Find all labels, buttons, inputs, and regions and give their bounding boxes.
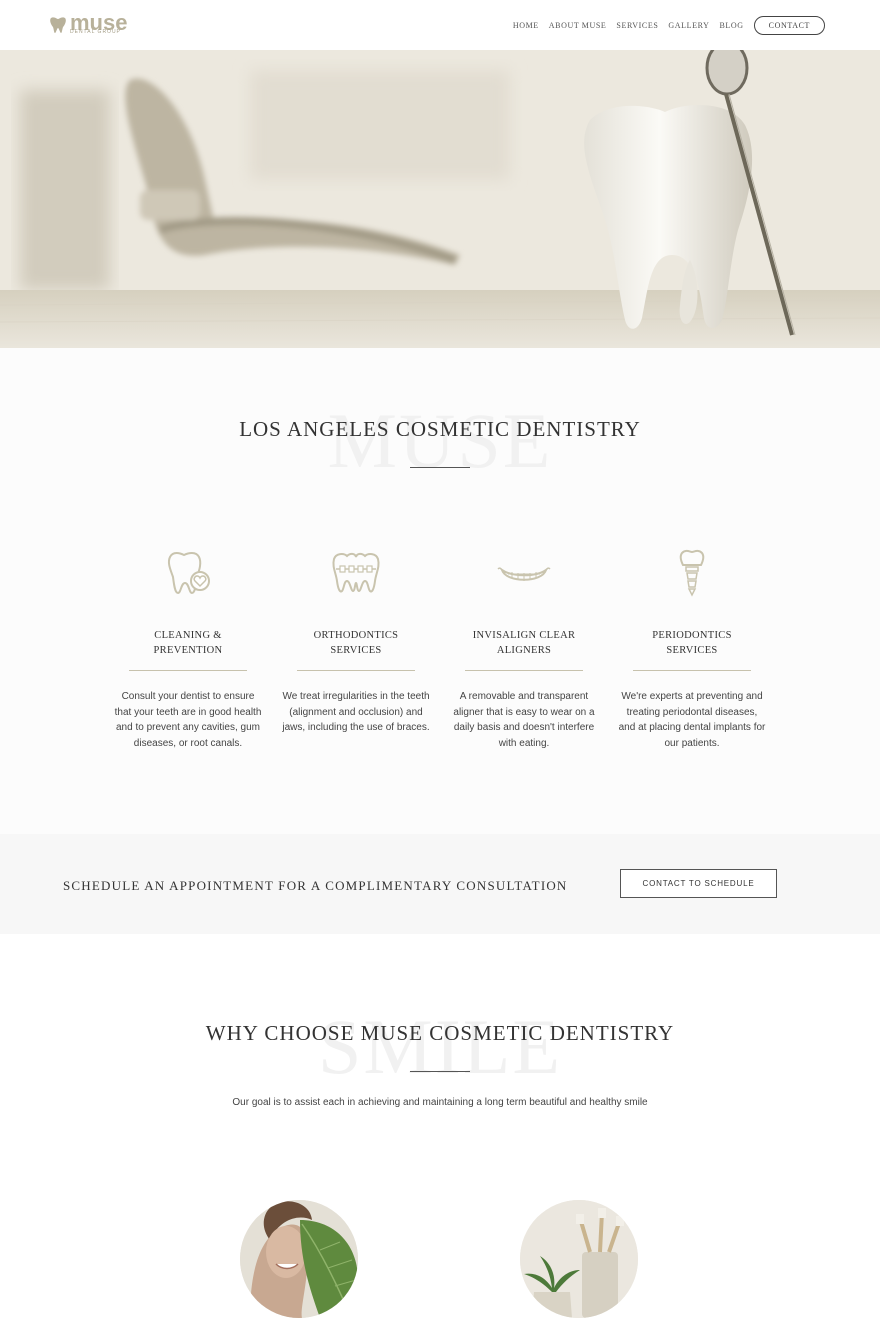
woman-smile-image xyxy=(240,1200,358,1318)
braces-icon xyxy=(332,552,380,593)
service-divider xyxy=(297,670,415,671)
smile-icon xyxy=(497,567,551,581)
section-description: Our goal is to assist each in achieving … xyxy=(232,1097,648,1108)
appointment-band: SCHEDULE AN APPOINTMENT FOR A COMPLIMENT… xyxy=(0,834,880,934)
service-description: We treat irregularities in the teeth (al… xyxy=(282,691,430,733)
service-title: CLEANING & PREVENTION xyxy=(108,628,268,658)
service-description: We're experts at preventing and treating… xyxy=(618,691,766,749)
nav-gallery[interactable]: GALLERY xyxy=(668,21,709,30)
service-description: Consult your dentist to ensure that your… xyxy=(114,691,262,749)
appointment-text: SCHEDULE AN APPOINTMENT FOR A COMPLIMENT… xyxy=(63,878,568,893)
nav-contact-button[interactable]: CONTACT xyxy=(753,15,825,35)
service-title-line: SERVICES xyxy=(330,645,382,656)
service-divider xyxy=(129,670,247,671)
service-title-line: ALIGNERS xyxy=(496,645,552,656)
logo[interactable]: muse DENTAL GROUP xyxy=(48,10,143,38)
toothbrushes-illustration xyxy=(520,1200,638,1318)
hero-illustration xyxy=(0,50,880,348)
service-title-line: INVISALIGN CLEAR xyxy=(472,630,576,641)
woman-smile-illustration xyxy=(240,1200,358,1318)
service-divider xyxy=(633,670,751,671)
nav-about-muse[interactable]: ABOUT MUSE xyxy=(549,21,607,30)
service-title: ORTHODONTICS SERVICES xyxy=(276,628,436,658)
watermark-text: SMILE xyxy=(318,1003,562,1090)
nav-services[interactable]: SERVICES xyxy=(616,21,658,30)
tooth-logo-icon xyxy=(50,17,66,33)
service-title-line: PERIODONTICS xyxy=(652,630,732,641)
dental-implant-icon xyxy=(679,549,705,597)
title-divider xyxy=(410,467,470,468)
nav-blog[interactable]: BLOG xyxy=(719,21,743,30)
service-title-line: PREVENTION xyxy=(153,645,223,656)
title-divider xyxy=(410,1071,470,1072)
service-title-line: SERVICES xyxy=(666,645,718,656)
service-title: PERIODONTICS SERVICES xyxy=(612,628,772,658)
services-section: MUSE LOS ANGELES COSMETIC DENTISTRY CLEA… xyxy=(0,348,880,834)
main-nav: HOME ABOUT MUSE SERVICES GALLERY BLOG CO… xyxy=(513,14,825,36)
section-title: WHY CHOOSE MUSE COSMETIC DENTISTRY xyxy=(205,1021,675,1045)
nav-home[interactable]: HOME xyxy=(513,21,539,30)
service-title-line: ORTHODONTICS xyxy=(313,630,399,641)
service-title-line: CLEANING & xyxy=(154,630,222,641)
toothbrushes-image xyxy=(520,1200,638,1318)
hero-image xyxy=(0,50,880,348)
service-title: INVISALIGN CLEAR ALIGNERS xyxy=(444,628,604,658)
site-header: muse DENTAL GROUP HOME ABOUT MUSE SERVIC… xyxy=(0,0,880,50)
contact-to-schedule-button[interactable]: CONTACT TO SCHEDULE xyxy=(620,869,777,898)
section-title: LOS ANGELES COSMETIC DENTISTRY xyxy=(239,417,641,441)
why-choose-section: SMILE WHY CHOOSE MUSE COSMETIC DENTISTRY… xyxy=(0,934,880,1318)
tooth-heart-icon xyxy=(167,552,210,595)
logo-subtext: DENTAL GROUP xyxy=(70,29,121,35)
service-divider xyxy=(465,670,583,671)
service-description: A removable and transparent aligner that… xyxy=(453,691,595,749)
